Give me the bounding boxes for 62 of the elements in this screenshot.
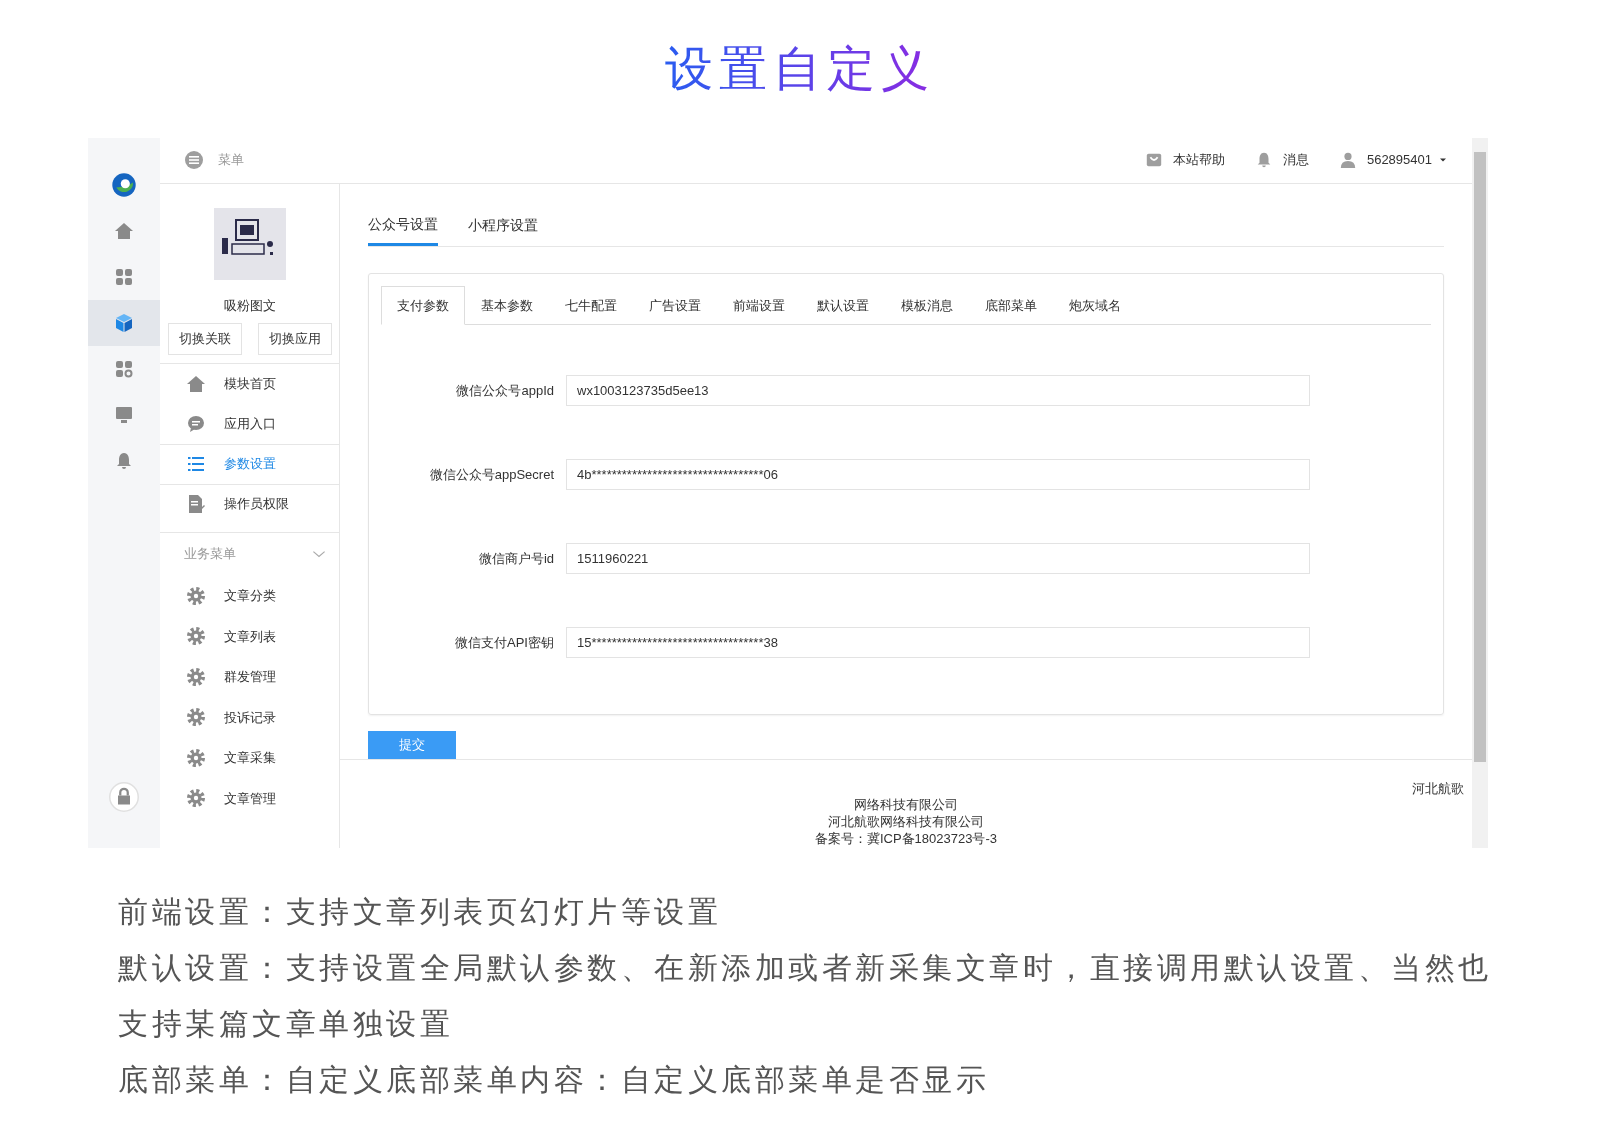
tab[interactable]: 模板消息	[885, 285, 969, 326]
tab[interactable]: 基本参数	[465, 285, 549, 326]
rail-item[interactable]	[88, 299, 160, 346]
nav-item[interactable]: 模块首页	[160, 363, 339, 404]
tab[interactable]: 默认设置	[801, 285, 885, 326]
grid-gear-icon	[114, 358, 134, 379]
gear-icon	[186, 788, 206, 809]
module-name: 吸粉图文	[223, 296, 276, 315]
tab[interactable]: 底部菜单	[969, 285, 1053, 326]
cube-icon	[114, 312, 134, 333]
tab[interactable]: 前端设置	[717, 285, 801, 326]
tab[interactable]: 支付参数	[381, 285, 465, 326]
description-paragraph: 默认设置：支持设置全局默认参数、在新添加或者新采集文章时，直接调用默认设置、当然也支持某篇文章单独设置	[118, 949, 1493, 1042]
field-label: 微信公众号appSecret	[428, 465, 555, 484]
description-paragraph: 前端设置：支持文章列表页幻灯片等设置	[118, 893, 722, 930]
description-paragraph: 底部菜单：自定义底部菜单内容：自定义底部菜单是否显示	[118, 1061, 990, 1098]
switch-button[interactable]: 切换应用	[257, 323, 332, 355]
chat-icon	[186, 413, 206, 434]
menu-icon	[184, 150, 204, 171]
menu-item[interactable]: 文章列表	[160, 616, 339, 657]
gear-icon	[186, 707, 206, 728]
monitor-icon	[114, 404, 134, 425]
user-menu[interactable]: 562895401	[1366, 150, 1432, 170]
footer-text: 河北航歌网络科技有限公司	[827, 813, 985, 831]
gear-icon	[186, 747, 206, 768]
tab[interactable]: 公众号设置	[368, 213, 438, 246]
home-icon	[114, 220, 134, 241]
home-icon	[186, 373, 206, 394]
nav-item[interactable]: 应用入口	[160, 403, 339, 444]
footer-text: 网络科技有限公司	[853, 796, 959, 814]
field-label: 微信商户号id	[477, 549, 555, 568]
gear-icon	[186, 626, 206, 647]
menu-item[interactable]: 文章管理	[160, 778, 339, 819]
input-field[interactable]: 15**********************************38	[566, 627, 1310, 659]
tab[interactable]: 广告设置	[633, 285, 717, 326]
document-edit-icon	[186, 494, 206, 515]
tab[interactable]: 小程序设置	[468, 213, 538, 246]
field-label: 微信支付API密钥	[454, 633, 555, 652]
footer-text: 备案号：冀ICP备18023723号-3	[813, 830, 999, 848]
tab[interactable]: 炮灰域名	[1053, 285, 1137, 326]
user-icon	[1338, 151, 1357, 170]
footer-text: 河北航歌	[1412, 780, 1464, 798]
menu-item[interactable]: 投诉记录	[160, 697, 339, 738]
scrollbar[interactable]	[1472, 137, 1488, 848]
messages-link[interactable]: 消息	[1282, 150, 1309, 170]
switch-button[interactable]: 切换关联	[167, 323, 242, 355]
menu-item[interactable]: 文章分类	[160, 575, 339, 617]
grid-icon	[114, 266, 134, 287]
menu-item[interactable]: 文章采集	[160, 737, 339, 779]
menu-item[interactable]: 群发管理	[160, 656, 339, 698]
gear-icon	[186, 666, 206, 687]
lock-icon	[109, 781, 139, 812]
field-label: 微信公众号appId	[455, 381, 555, 400]
tab[interactable]: 七牛配置	[549, 285, 633, 326]
gear-icon	[186, 585, 206, 606]
input-field[interactable]: 1511960221	[566, 543, 1310, 575]
input-field[interactable]: 4b**********************************06	[566, 459, 1310, 491]
help-link[interactable]: 本站帮助	[1172, 150, 1225, 170]
nav-item[interactable]: 操作员权限	[160, 483, 339, 524]
nav-item[interactable]: 参数设置	[160, 443, 339, 484]
logo-icon	[111, 171, 137, 198]
input-field[interactable]: wx1003123735d5ee13	[566, 375, 1310, 407]
